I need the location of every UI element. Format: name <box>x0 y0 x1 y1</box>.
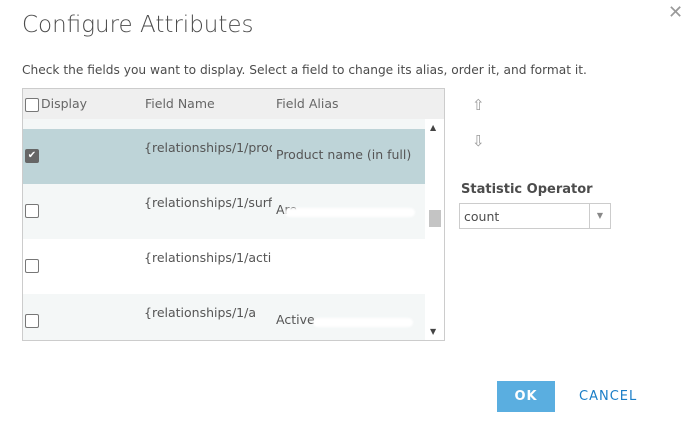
statistic-operator-label: Statistic Operator <box>461 182 593 197</box>
move-up-icon[interactable]: ⇧ <box>472 96 485 114</box>
table-row[interactable]: {relationships/1/acti <box>23 239 425 294</box>
display-checkbox[interactable] <box>25 259 39 273</box>
dialog-title: Configure Attributes <box>22 12 254 38</box>
statistic-operator-value: count <box>464 209 500 224</box>
close-icon[interactable]: ✕ <box>668 2 683 23</box>
header-display: Display <box>41 96 88 111</box>
display-checkbox[interactable] <box>25 314 39 328</box>
display-checkbox[interactable] <box>25 204 39 218</box>
field-name: {relationships/1/acti <box>144 250 272 265</box>
move-down-icon[interactable]: ⇩ <box>472 132 485 150</box>
chevron-down-icon[interactable]: ▼ <box>589 204 610 228</box>
scrollbar[interactable] <box>425 119 444 340</box>
instructions: Check the fields you want to display. Se… <box>22 63 587 77</box>
field-name: {relationships/1/surface} <box>144 195 272 210</box>
scrollbar-thumb[interactable] <box>429 210 441 227</box>
ok-button[interactable]: OK <box>497 381 555 412</box>
field-alias: Product name (in full) <box>276 147 412 162</box>
scroll-up-icon[interactable]: ▲ <box>430 123 436 132</box>
cancel-button[interactable]: CANCEL <box>573 381 643 412</box>
field-name: {relationships/1/productname} <box>144 140 272 155</box>
fields-table: Display Field Name Field Alias ✔ {relati… <box>22 88 445 341</box>
table-row[interactable]: ✔ {relationships/1/productname} Product … <box>23 129 425 184</box>
table-row[interactable]: {relationships/1/a Active <box>23 294 425 340</box>
scroll-down-icon[interactable]: ▼ <box>430 327 436 336</box>
statistic-operator-select[interactable]: count ▼ <box>459 203 611 229</box>
header-field-alias: Field Alias <box>276 96 339 111</box>
header-field-name: Field Name <box>145 96 215 111</box>
field-name: {relationships/1/a <box>144 305 256 320</box>
table-header: Display Field Name Field Alias <box>23 89 444 119</box>
select-all-checkbox[interactable] <box>25 98 39 112</box>
display-checkbox[interactable]: ✔ <box>25 149 39 163</box>
table-row[interactable]: {relationships/1/surface} Are <box>23 184 425 239</box>
